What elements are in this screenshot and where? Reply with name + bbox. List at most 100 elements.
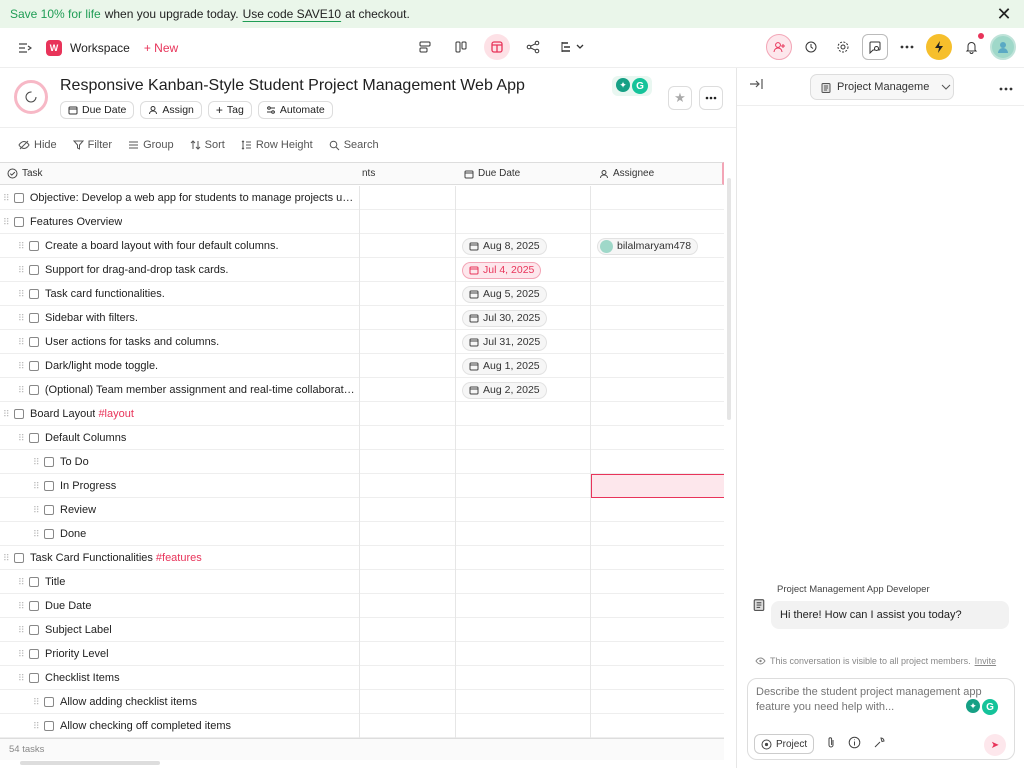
drag-handle-icon[interactable]: ⠿ — [18, 625, 25, 636]
task-cell[interactable]: ⠿ Subject Label — [18, 618, 355, 642]
due-date-pill[interactable]: Aug 8, 2025 — [462, 237, 547, 255]
new-button[interactable]: + New — [144, 41, 178, 55]
hide-button[interactable]: Hide — [18, 139, 57, 151]
tag-chip[interactable]: + Tag — [207, 101, 252, 119]
grammarly-bulb-icon[interactable]: ✦ — [616, 78, 630, 92]
comments-column-header[interactable]: nts — [360, 162, 456, 185]
task-tag[interactable]: #features — [156, 552, 202, 564]
task-checkbox[interactable] — [29, 601, 39, 611]
task-cell[interactable]: ⠿ Priority Level — [18, 642, 355, 666]
assign-chip[interactable]: Assign — [140, 101, 202, 119]
user-avatar[interactable] — [990, 34, 1016, 60]
settings-gear-icon[interactable] — [830, 34, 856, 60]
drag-handle-icon[interactable]: ⠿ — [18, 649, 25, 660]
chat-more-icon[interactable] — [999, 78, 1013, 94]
table-row[interactable]: ⠿ Board Layout #layout — [0, 402, 724, 426]
grammarly-logo-icon[interactable]: G — [982, 699, 998, 715]
task-checkbox[interactable] — [29, 265, 39, 275]
drag-handle-icon[interactable]: ⠿ — [18, 289, 25, 300]
invite-link[interactable]: Invite — [975, 656, 997, 666]
task-cell[interactable]: ⠿ Done — [33, 522, 355, 546]
task-cell[interactable]: ⠿ Allow checking off completed items — [33, 714, 355, 738]
task-checkbox[interactable] — [44, 529, 54, 539]
workspace-name[interactable]: Workspace — [70, 41, 130, 55]
assignee-pill[interactable]: bilalmaryam478 — [597, 237, 699, 255]
due-date-cell[interactable]: Jul 30, 2025 — [462, 306, 548, 330]
table-row[interactable]: ⠿ Task Card Functionalities #features — [0, 546, 724, 570]
table-row[interactable]: ⠿ Allow checking off completed items — [0, 714, 724, 738]
task-cell[interactable]: ⠿ Allow adding checklist items — [33, 690, 355, 714]
overdue-date-pill[interactable]: Jul 4, 2025 — [462, 261, 542, 279]
mindmap-view-icon[interactable] — [520, 34, 546, 60]
task-checkbox[interactable] — [29, 577, 39, 587]
table-row[interactable]: ⠿ Title — [0, 570, 724, 594]
group-button[interactable]: Group — [128, 139, 174, 151]
table-row[interactable]: ⠿ Due Date — [0, 594, 724, 618]
board-view-icon[interactable] — [448, 34, 474, 60]
task-checkbox[interactable] — [28, 385, 39, 395]
task-checkbox[interactable] — [44, 481, 54, 491]
chat-search-icon[interactable] — [862, 34, 888, 60]
task-checkbox[interactable] — [29, 313, 39, 323]
due-date-pill[interactable]: Aug 1, 2025 — [462, 357, 547, 375]
task-cell[interactable]: ⠿ Support for drag-and-drop task cards. — [18, 258, 355, 282]
table-row[interactable]: ⠿ Priority Level — [0, 642, 724, 666]
workspace-logo[interactable]: W — [46, 39, 62, 56]
task-checkbox[interactable] — [44, 697, 54, 707]
task-checkbox[interactable] — [14, 409, 24, 419]
assistant-selector[interactable]: Project Manageme — [810, 74, 954, 100]
task-checkbox[interactable] — [44, 721, 54, 731]
drag-handle-icon[interactable]: ⠿ — [18, 265, 25, 276]
table-row[interactable]: ⠿ Done — [0, 522, 724, 546]
drag-handle-icon[interactable]: ⠿ — [18, 337, 25, 348]
grammarly-bulb-icon[interactable]: ✦ — [966, 699, 980, 713]
project-title[interactable]: Responsive Kanban-Style Student Project … — [60, 77, 525, 95]
task-checkbox[interactable] — [29, 289, 39, 299]
task-cell[interactable]: ⠿ Sidebar with filters. — [18, 306, 355, 330]
task-cell[interactable]: ⠿ User actions for tasks and columns. — [18, 330, 355, 354]
table-row[interactable]: ⠿ Review — [0, 498, 724, 522]
task-checkbox[interactable] — [29, 337, 39, 347]
due-date-cell[interactable]: Aug 8, 2025 — [462, 234, 547, 258]
drag-handle-icon[interactable]: ⠿ — [33, 481, 40, 492]
table-row[interactable]: ⠿ Objective: Develop a web app for studen… — [0, 186, 724, 210]
drag-handle-icon[interactable]: ⠿ — [18, 673, 25, 684]
filter-button[interactable]: Filter — [72, 139, 112, 151]
task-checkbox[interactable] — [44, 505, 54, 515]
table-row[interactable]: ⠿ Allow adding checklist items — [0, 690, 724, 714]
task-cell[interactable]: ⠿ Task card functionalities. — [18, 282, 355, 306]
task-cell[interactable]: ⠿ Dark/light mode toggle. — [18, 354, 355, 378]
due-date-pill[interactable]: Jul 30, 2025 — [462, 309, 548, 327]
gantt-view-icon[interactable] — [556, 34, 590, 60]
send-icon[interactable]: ➤ — [984, 734, 1006, 756]
drag-handle-icon[interactable]: ⠿ — [3, 553, 10, 564]
tools-wrench-icon[interactable] — [873, 736, 886, 752]
table-view-icon[interactable] — [484, 34, 510, 60]
task-cell[interactable]: ⠿ Task Card Functionalities #features — [3, 546, 355, 570]
project-context-chip[interactable]: Project — [754, 734, 815, 754]
task-cell[interactable]: ⠿ Objective: Develop a web app for studen… — [3, 186, 355, 210]
drag-handle-icon[interactable]: ⠿ — [18, 361, 25, 372]
attach-paperclip-icon[interactable] — [826, 736, 836, 752]
table-row[interactable]: ⠿ User actions for tasks and columns. Jul … — [0, 330, 724, 354]
table-row[interactable]: ⠿ Support for drag-and-drop task cards. Ju… — [0, 258, 724, 282]
favorite-star-icon[interactable]: ★ — [668, 86, 692, 110]
task-cell[interactable]: ⠿ In Progress — [33, 474, 355, 498]
task-cell[interactable]: ⠿ (Optional) Team member assignment and r… — [18, 378, 355, 402]
task-cell[interactable]: ⠿ Board Layout #layout — [3, 402, 355, 426]
drag-handle-icon[interactable]: ⠿ — [18, 433, 25, 444]
task-checkbox[interactable] — [29, 673, 39, 683]
grammarly-logo-icon[interactable]: G — [632, 78, 648, 94]
automate-chip[interactable]: Automate — [257, 101, 333, 119]
sidebar-toggle-icon[interactable] — [12, 35, 38, 61]
task-cell[interactable]: ⠿ To Do — [33, 450, 355, 474]
table-row[interactable]: ⠿ Checklist Items — [0, 666, 724, 690]
close-banner-icon[interactable]: ✕ — [994, 4, 1014, 24]
assignee-cell[interactable]: bilalmaryam478 — [597, 234, 699, 258]
table-row[interactable]: ⠿ Sidebar with filters. Jul 30, 2025 — [0, 306, 724, 330]
table-row[interactable]: ⠿ (Optional) Team member assignment and r… — [0, 378, 724, 402]
list-view-icon[interactable] — [412, 34, 438, 60]
task-checkbox[interactable] — [13, 193, 24, 203]
due-date-pill[interactable]: Jul 31, 2025 — [462, 333, 548, 351]
drag-handle-icon[interactable]: ⠿ — [3, 409, 10, 420]
